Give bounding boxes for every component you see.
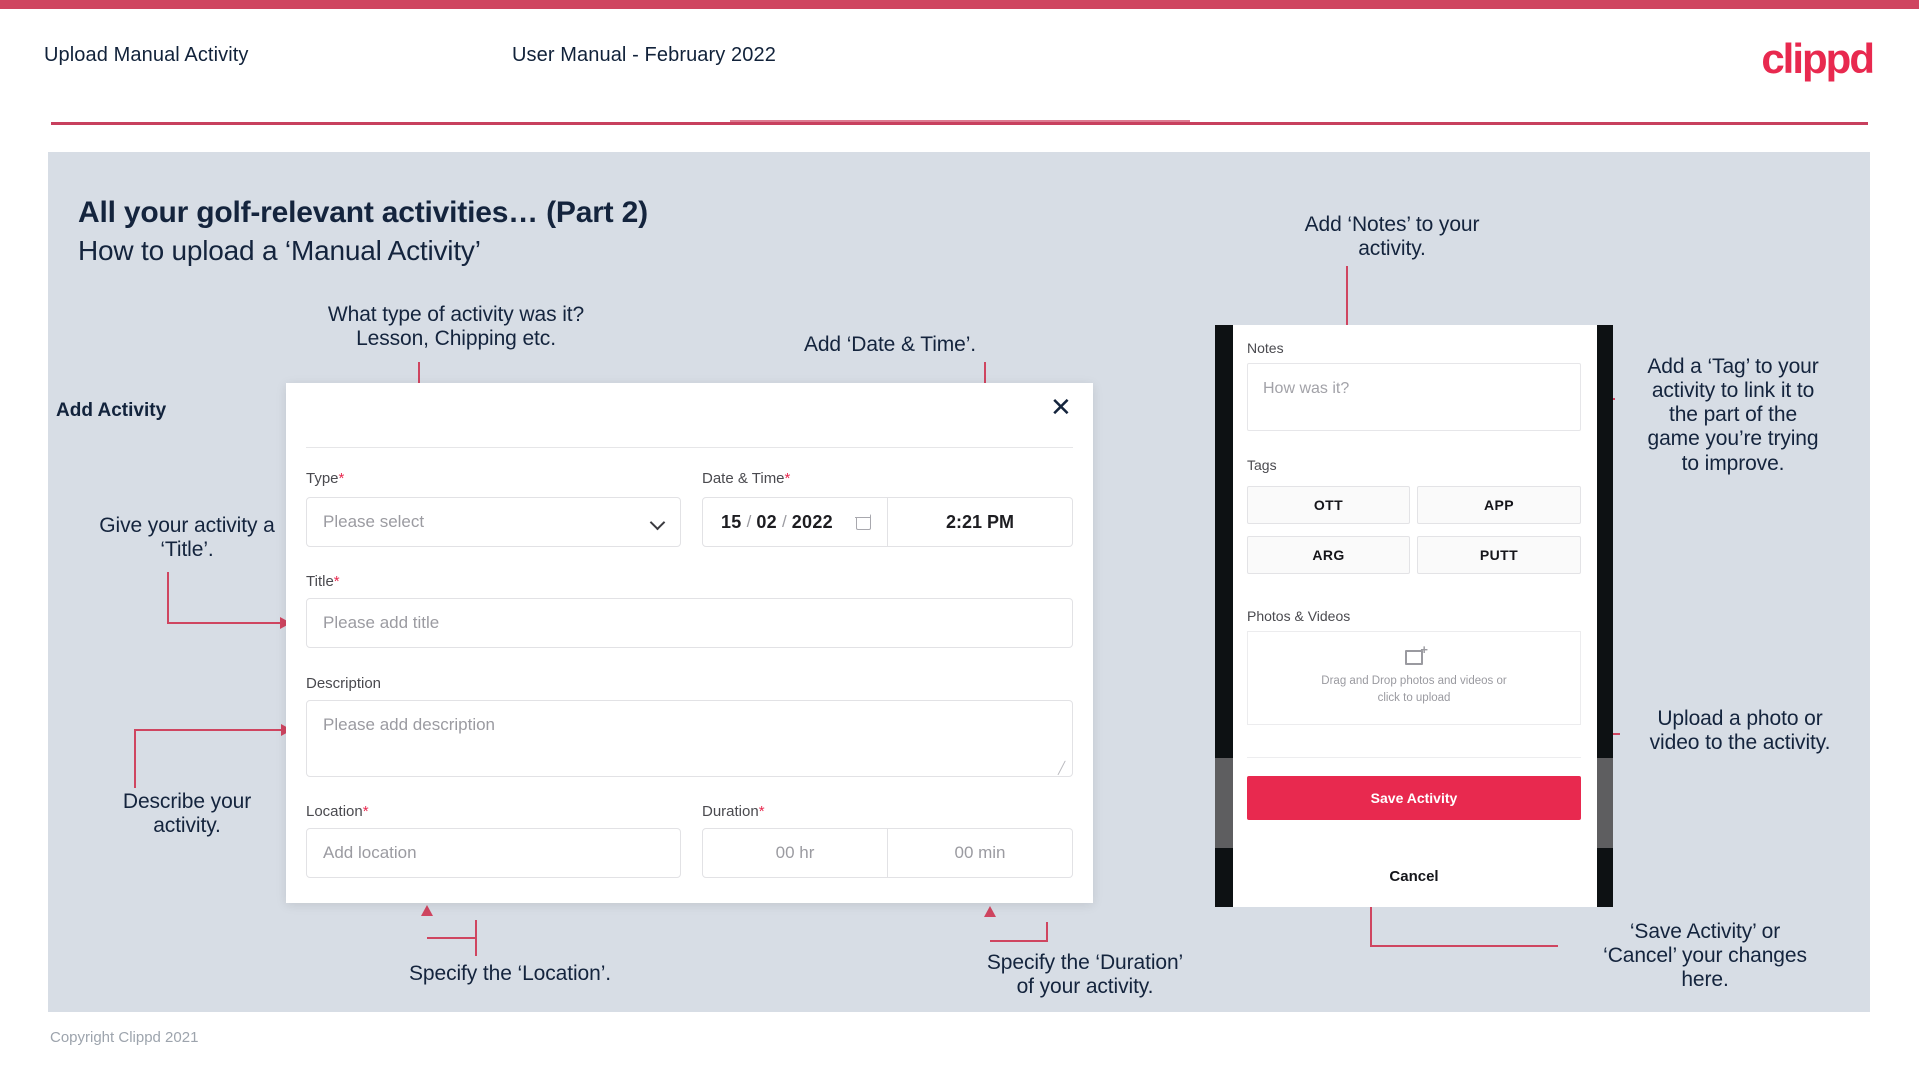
header-divider-light — [730, 120, 1190, 122]
date-time-label: Date & Time* — [702, 470, 790, 487]
connector-loc-arrow — [421, 905, 433, 916]
page-title: Upload Manual Activity — [44, 44, 249, 66]
dialog-title: Add Activity — [56, 400, 167, 421]
resize-grip-icon[interactable]: ╱ — [1058, 762, 1068, 774]
title-required: * — [333, 573, 340, 590]
duration-minutes-placeholder: 00 min — [954, 843, 1006, 862]
annotation-type: What type of activity was it? Lesson, Chi… — [327, 303, 585, 351]
connector-title-v — [167, 572, 169, 624]
time-input[interactable]: 2:21 PM — [888, 497, 1073, 547]
annotation-save-cancel: ‘Save Activity’ or ‘Cancel’ your changes h… — [1603, 920, 1807, 992]
type-placeholder: Please select — [323, 512, 425, 531]
date-month: 02 — [756, 511, 777, 532]
tag-putt[interactable]: PUTT — [1417, 536, 1581, 574]
connector-loc-v — [475, 920, 477, 956]
clippd-logo: clippd — [1761, 35, 1875, 82]
annotation-duration: Specify the ‘Duration’ of your activity. — [986, 951, 1184, 999]
tag-app[interactable]: APP — [1417, 486, 1581, 524]
connector-desc-h — [134, 729, 284, 731]
description-label-text: Description — [306, 675, 382, 692]
title-label: Title* — [306, 573, 340, 590]
duration-label: Duration* — [702, 803, 765, 820]
title-placeholder: Please add title — [323, 613, 440, 632]
notes-placeholder: How was it? — [1263, 380, 1350, 397]
date-input[interactable]: 15 / 02 / 2022 — [702, 497, 888, 547]
photo-dropzone[interactable]: Drag and Drop photos and videos or click… — [1247, 631, 1581, 725]
connector-title-h — [167, 622, 282, 624]
duration-required: * — [758, 803, 765, 820]
date-sep-1: / — [746, 512, 752, 531]
annotation-date-time: Add ‘Date & Time’. — [803, 333, 977, 356]
header-subtitle: User Manual - February 2022 — [512, 44, 776, 66]
title-label-text: Title — [306, 573, 334, 590]
type-label-text: Type — [306, 470, 339, 487]
dropzone-line-1: Drag and Drop photos and videos or — [1321, 674, 1507, 687]
duration-hours-placeholder: 00 hr — [775, 843, 815, 862]
date-sep-2: / — [781, 512, 787, 531]
image-upload-icon — [1405, 642, 1428, 665]
tag-arg[interactable]: ARG — [1247, 536, 1410, 574]
date-time-label-text: Date & Time — [702, 470, 785, 487]
description-label: Description — [306, 675, 381, 692]
location-placeholder: Add location — [323, 843, 417, 862]
duration-hours-input[interactable]: 00 hr — [702, 828, 888, 878]
location-label-text: Location — [306, 803, 363, 820]
date-time-required: * — [784, 470, 791, 487]
location-label: Location* — [306, 803, 369, 820]
photos-label: Photos & Videos — [1247, 608, 1351, 624]
type-label: Type* — [306, 470, 344, 487]
footer-copyright: Copyright Clippd 2021 — [50, 1029, 199, 1046]
notes-label: Notes — [1247, 340, 1284, 356]
tags-label: Tags — [1247, 457, 1277, 473]
chevron-down-icon — [652, 516, 664, 528]
type-required: * — [338, 470, 345, 487]
top-accent-bar — [0, 0, 1919, 9]
slide-subheading: How to upload a ‘Manual Activity’ — [78, 235, 481, 266]
connector-desc-v — [134, 730, 136, 788]
close-icon[interactable]: ✕ — [1050, 394, 1072, 420]
connector-save-h — [1370, 945, 1558, 947]
annotation-location: Specify the ‘Location’. — [409, 962, 611, 985]
save-activity-button[interactable]: Save Activity — [1247, 776, 1581, 820]
annotation-photos: Upload a photo or video to the activity. — [1649, 707, 1831, 755]
title-input[interactable]: Please add title — [306, 598, 1073, 648]
slide-heading: All your golf-relevant activities… (Part… — [78, 196, 648, 229]
time-value: 2:21 PM — [945, 511, 1015, 532]
phone-frame-left-gray — [1215, 758, 1233, 848]
duration-label-text: Duration — [702, 803, 759, 820]
type-select[interactable]: Please select — [306, 497, 681, 547]
annotation-notes: Add ‘Notes’ to your activity. — [1304, 213, 1480, 261]
location-required: * — [362, 803, 369, 820]
date-year: 2022 — [791, 511, 833, 532]
phone-divider — [1247, 757, 1581, 758]
slide-root: Upload Manual Activity User Manual - Feb… — [0, 0, 1919, 1079]
annotation-tags: Add a ‘Tag’ to your activity to link it t… — [1647, 355, 1819, 475]
connector-dur-v — [1046, 922, 1048, 942]
description-textarea[interactable]: Please add description ╱ — [306, 700, 1073, 777]
description-placeholder: Please add description — [323, 715, 496, 734]
phone-frame-right-gray — [1597, 758, 1613, 848]
location-input[interactable]: Add location — [306, 828, 681, 878]
date-day: 15 — [721, 511, 742, 532]
dropzone-line-2: click to upload — [1377, 691, 1451, 704]
duration-minutes-input[interactable]: 00 min — [888, 828, 1073, 878]
cancel-button[interactable]: Cancel — [1247, 868, 1581, 885]
header-divider — [51, 122, 1868, 125]
dialog-divider — [306, 447, 1073, 448]
tag-ott[interactable]: OTT — [1247, 486, 1410, 524]
connector-dur-h — [990, 940, 1048, 942]
connector-loc-h — [427, 937, 477, 939]
calendar-icon[interactable] — [855, 513, 871, 530]
connector-dur-arrow — [984, 906, 996, 917]
